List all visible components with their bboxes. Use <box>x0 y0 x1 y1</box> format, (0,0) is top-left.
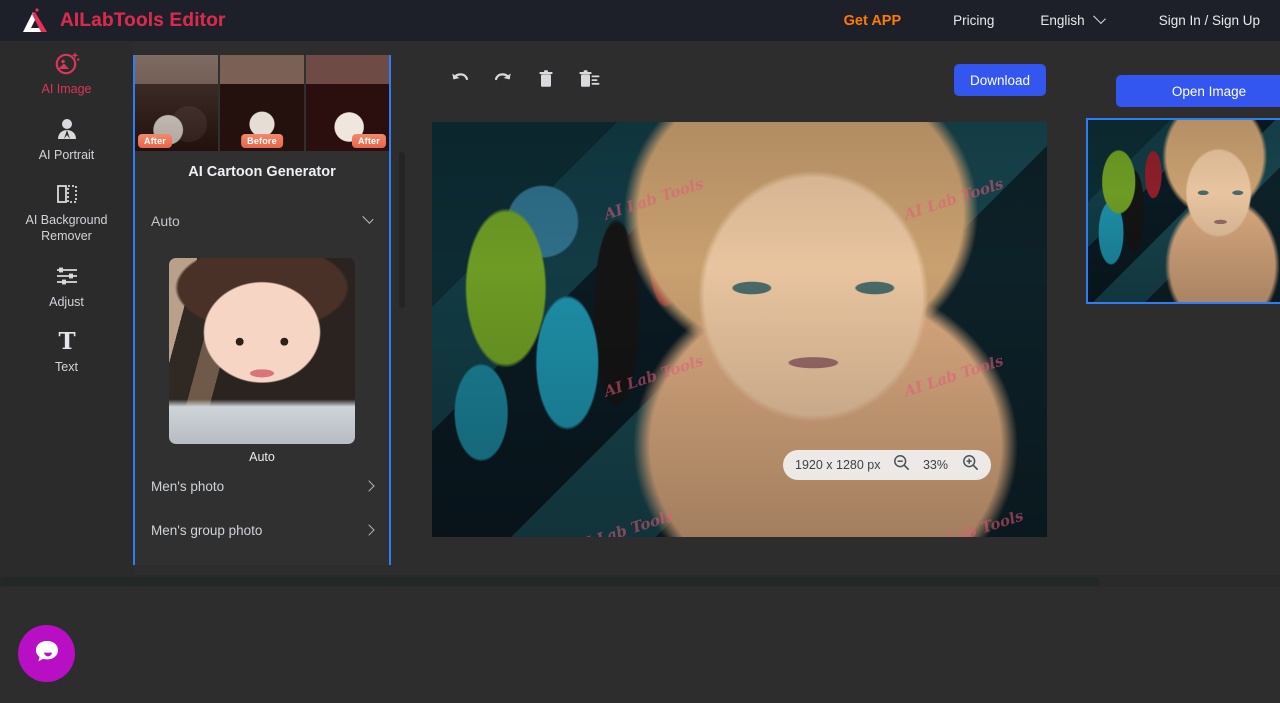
download-button[interactable]: Download <box>954 64 1046 96</box>
ailab-logo-icon <box>20 7 50 35</box>
tool-rail: AI Image AI Portrait AI Background Remov… <box>0 41 133 575</box>
undo-button[interactable] <box>440 61 480 101</box>
chevron-down-icon <box>362 212 374 224</box>
sliders-icon <box>54 263 80 289</box>
sidebar-item-label: AI Image <box>41 82 92 96</box>
sidebar-item-adjust[interactable]: Adjust <box>0 254 133 320</box>
category-label: Men's group photo <box>151 522 263 538</box>
style-preview-image <box>169 258 355 444</box>
sidebar-item-ai-portrait[interactable]: AI Portrait <box>0 107 133 173</box>
portrait-icon <box>54 116 80 142</box>
thumbnail-badge: After <box>138 134 173 148</box>
sidebar-item-ai-image[interactable]: AI Image <box>0 41 133 107</box>
example-thumbnail[interactable]: After <box>135 55 219 151</box>
style-preview-card[interactable]: Auto <box>169 258 355 464</box>
style-select[interactable]: Auto <box>151 206 374 236</box>
sidebar-item-label: AI Background Remover <box>25 213 108 243</box>
svg-text:T: T <box>58 328 75 354</box>
thumbnail-badge: Before <box>241 134 283 148</box>
nav-pricing[interactable]: Pricing <box>953 13 994 28</box>
trash-icon <box>535 68 557 95</box>
style-preview-label: Auto <box>249 450 275 464</box>
example-thumbnail[interactable]: Before <box>220 55 304 151</box>
chat-widget-button[interactable] <box>18 625 75 682</box>
open-image-button[interactable]: Open Image <box>1116 75 1280 107</box>
tool-panel: After Before After AI Cartoon Generator … <box>133 55 391 565</box>
delete-button[interactable] <box>526 61 566 101</box>
delete-all-button[interactable] <box>569 61 609 101</box>
redo-button[interactable] <box>483 61 523 101</box>
sidebar-item-text[interactable]: T Text <box>0 319 133 385</box>
category-label: Men's photo <box>151 478 225 494</box>
panel-title: AI Cartoon Generator <box>188 164 336 180</box>
style-select-value: Auto <box>151 213 180 229</box>
brand[interactable]: AILabTools Editor <box>20 7 226 35</box>
example-thumbnail[interactable]: After <box>305 55 389 151</box>
redo-icon <box>492 68 514 95</box>
nav-language-selector[interactable]: English <box>1040 11 1106 28</box>
zoom-in-button[interactable] <box>962 454 979 476</box>
footer-area <box>0 587 1280 703</box>
image-dimensions-label: 1920 x 1280 px <box>795 458 881 472</box>
background-remover-icon <box>54 181 80 207</box>
zoom-level-label: 33% <box>922 458 949 472</box>
sidebar-item-ai-background-remover[interactable]: AI Background Remover <box>0 172 133 253</box>
zoom-out-icon <box>893 454 910 476</box>
sidebar-item-label: Text <box>55 360 78 375</box>
chat-bubble-icon <box>32 636 62 671</box>
sidebar-item-label: AI Portrait <box>38 147 95 162</box>
zoom-out-button[interactable] <box>893 454 910 476</box>
editor-canvas[interactable]: AI Lab Tools AI Lab Tools AI Lab Tools A… <box>412 107 1072 575</box>
category-mens-photo[interactable]: Men's photo <box>151 464 375 508</box>
trash-all-icon <box>577 68 601 95</box>
layer-thumbnail-1[interactable] <box>1086 118 1280 304</box>
nav-get-app[interactable]: Get APP <box>844 13 901 29</box>
zoom-control-bar: 1920 x 1280 px 33% <box>783 450 991 480</box>
panel-scrollbar[interactable] <box>399 152 405 308</box>
zoom-in-icon <box>962 454 979 476</box>
example-thumbnail-strip: After Before After <box>135 55 389 151</box>
thumbnail-badge: After <box>351 134 386 148</box>
chevron-down-icon <box>1092 11 1106 25</box>
chevron-right-icon <box>363 524 375 536</box>
app-header: AILabTools Editor Get APP Pricing Englis… <box>0 0 1280 41</box>
text-icon: T <box>54 328 80 355</box>
category-mens-group-photo[interactable]: Men's group photo <box>151 508 375 552</box>
ai-image-icon <box>54 50 80 76</box>
nav-language-label: English <box>1040 13 1085 28</box>
horizontal-scrollbar-thumb[interactable] <box>0 577 1100 586</box>
top-nav: Get APP Pricing English Sign In / Sign U… <box>844 11 1280 29</box>
brand-title: AILabTools Editor <box>60 9 226 31</box>
sidebar-item-label: Adjust <box>49 294 84 309</box>
chevron-right-icon <box>363 480 375 492</box>
nav-sign-in-sign-up[interactable]: Sign In / Sign Up <box>1159 13 1260 28</box>
layers-panel <box>1072 107 1280 575</box>
undo-icon <box>449 68 471 95</box>
